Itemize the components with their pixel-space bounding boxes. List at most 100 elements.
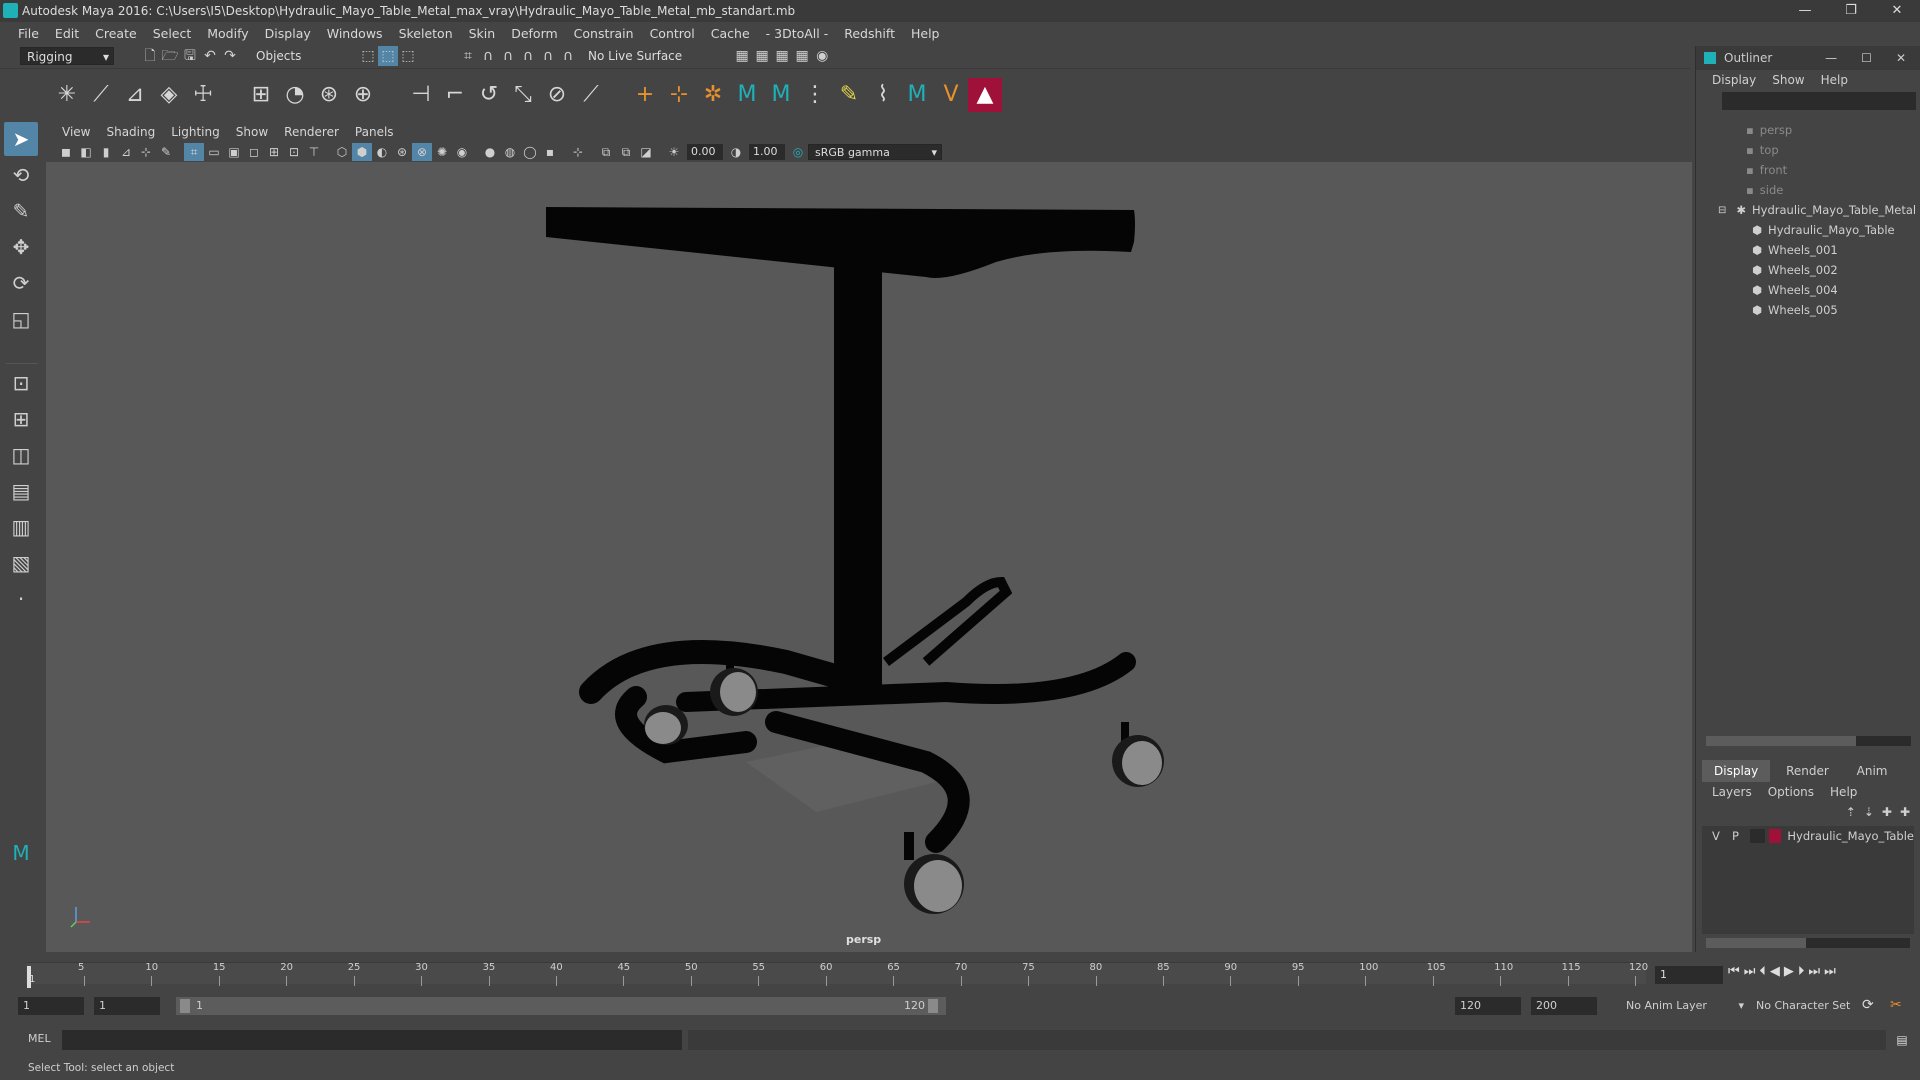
select-hierarchy-icon[interactable]: ⬚ — [358, 46, 378, 66]
menu-skeleton[interactable]: Skeleton — [391, 26, 461, 41]
end-time-field[interactable]: 200 — [1531, 997, 1597, 1015]
open-scene-icon[interactable]: 🗁 — [160, 46, 180, 66]
joint-orient-icon[interactable]: ⊹ — [662, 78, 696, 112]
playback-end-field[interactable]: 120 — [1455, 997, 1521, 1015]
image-plane-icon[interactable]: ⊿ — [116, 143, 136, 161]
layout-outliner-icon[interactable]: ▤ — [4, 474, 38, 508]
snap-surface-icon[interactable]: ∩ — [538, 46, 558, 66]
backface-icon[interactable]: ◪ — [636, 143, 656, 161]
viewport-persp[interactable]: persp — [46, 162, 1692, 952]
parent-constraint-icon[interactable]: ⊣ — [404, 78, 438, 112]
new-scene-icon[interactable]: 🗋 — [140, 46, 160, 66]
layer-menu-options[interactable]: Options — [1760, 785, 1822, 799]
menu-windows[interactable]: Windows — [319, 26, 391, 41]
field-chart-icon[interactable]: ⊞ — [264, 143, 284, 161]
camera-select-icon[interactable]: ◼ — [56, 143, 76, 161]
layout-graph-icon[interactable]: ▥ — [4, 510, 38, 544]
panel-menu-panels[interactable]: Panels — [347, 125, 402, 139]
outliner-maximize-icon[interactable]: ☐ — [1861, 51, 1872, 65]
motion-blur-icon[interactable]: ● — [480, 143, 500, 161]
layer-playback[interactable]: P — [1732, 829, 1750, 843]
scale-constraint-icon[interactable]: ⤡ — [506, 78, 540, 112]
layer-tab-render[interactable]: Render — [1774, 760, 1841, 782]
mirror-joint-icon[interactable]: ◈ — [152, 78, 186, 112]
character-set-dropdown[interactable]: No Character Set — [1752, 997, 1870, 1015]
smooth-shade-icon[interactable]: ⬢ — [352, 143, 372, 161]
xray-icon[interactable]: ⊹ — [568, 143, 588, 161]
textured-icon[interactable]: ⊛ — [392, 143, 412, 161]
snap-view-icon[interactable]: ∩ — [518, 46, 538, 66]
outliner-minimize-icon[interactable]: — — [1825, 51, 1837, 65]
outliner-item-persp[interactable]: ▪ persp — [1696, 120, 1920, 140]
orient-constraint-icon[interactable]: ↺ — [472, 78, 506, 112]
select-object-icon[interactable]: ⬚ — [378, 46, 398, 66]
gamma-icon[interactable]: ◑ — [726, 143, 746, 161]
live-surface-label[interactable]: No Live Surface — [578, 49, 692, 63]
render-frame-icon[interactable]: ▦ — [732, 46, 752, 66]
maya-tool-2-icon[interactable]: M — [764, 78, 798, 112]
menu-modify[interactable]: Modify — [199, 26, 256, 41]
scale-tool-icon[interactable]: ◱ — [4, 302, 38, 336]
safe-title-icon[interactable]: ⊤ — [304, 143, 324, 161]
menu-file[interactable]: File — [10, 26, 47, 41]
cmd-language-label[interactable]: MEL — [28, 1032, 51, 1045]
playback-start-field[interactable]: 1 — [94, 997, 160, 1015]
step-forward-key-icon[interactable]: ⏭ — [1808, 964, 1820, 979]
color-space-dropdown[interactable]: sRGB gamma ▾ — [808, 144, 942, 160]
layer-type[interactable] — [1750, 829, 1765, 843]
move-tool-icon[interactable]: ✥ — [4, 230, 38, 264]
outliner-menu-help[interactable]: Help — [1813, 73, 1856, 87]
script-editor-icon[interactable]: ▤ — [1892, 1030, 1912, 1050]
outliner-item-front[interactable]: ▪ front — [1696, 160, 1920, 180]
ik-spline-icon[interactable]: ⊿ — [118, 78, 152, 112]
snap-point-icon[interactable]: ∩ — [498, 46, 518, 66]
selection-mode-dropdown[interactable]: Objects — [250, 47, 344, 65]
joint-tool-icon[interactable]: ✳ — [50, 78, 84, 112]
auto-key-icon[interactable]: ⟳ — [1862, 997, 1874, 1013]
panel-menu-lighting[interactable]: Lighting — [163, 125, 228, 139]
menu-skin[interactable]: Skin — [461, 26, 504, 41]
camera-attr-icon[interactable]: ◧ — [76, 143, 96, 161]
go-to-end-icon[interactable]: ⏭ — [1824, 964, 1836, 979]
menu-constrain[interactable]: Constrain — [566, 26, 642, 41]
menu-3dtoall[interactable]: - 3DtoAll - — [758, 26, 837, 41]
move-layer-up-icon[interactable]: ⇡ — [1846, 805, 1856, 819]
set-driven-key-icon[interactable]: ✲ — [696, 78, 730, 112]
time-slider[interactable]: 1 5 10 15 20 25 30 35 40 45 50 55 60 65 70 75 80 85 90 95 10… — [0, 952, 1920, 994]
menu-select[interactable]: Select — [145, 26, 200, 41]
outliner-item-side[interactable]: ▪ side — [1696, 180, 1920, 200]
grease-pencil-icon[interactable]: ✎ — [156, 143, 176, 161]
panel-menu-view[interactable]: View — [54, 125, 98, 139]
range-start-handle[interactable] — [180, 999, 190, 1013]
outliner-item-group[interactable]: ⊟ ✱ Hydraulic_Mayo_Table_Metal — [1696, 200, 1920, 220]
paint-select-icon[interactable]: ✎ — [4, 194, 38, 228]
new-layer-selected-icon[interactable]: ✚ — [1900, 805, 1910, 819]
snap-live-icon[interactable]: ∩ — [558, 46, 578, 66]
minimize-button[interactable]: — — [1782, 0, 1828, 22]
render-globe-icon[interactable]: ◉ — [812, 46, 832, 66]
go-to-start-icon[interactable]: ⏮ — [1728, 964, 1740, 979]
collapse-icon[interactable]: ⊟ — [1718, 205, 1726, 216]
shadows-icon[interactable]: ✺ — [432, 143, 452, 161]
grid-icon[interactable]: ⌗ — [184, 143, 204, 161]
panel-menu-shading[interactable]: Shading — [98, 125, 163, 139]
layer-menu-layers[interactable]: Layers — [1704, 785, 1760, 799]
outliner-menu-show[interactable]: Show — [1764, 73, 1812, 87]
layer-visibility[interactable]: V — [1712, 829, 1732, 843]
bookmark-icon[interactable]: ▮ — [96, 143, 116, 161]
ik-handle-icon[interactable]: ⟋ — [84, 78, 118, 112]
step-back-key-icon[interactable]: ⏭ — [1744, 964, 1756, 979]
outliner-item-top[interactable]: ▪ top — [1696, 140, 1920, 160]
snap-curve-icon[interactable]: ∩ — [478, 46, 498, 66]
move-layer-down-icon[interactable]: ⇣ — [1864, 805, 1874, 819]
exposure-field[interactable]: 0.00 — [687, 144, 723, 160]
close-button[interactable]: ✕ — [1874, 0, 1920, 22]
more-layouts-icon[interactable]: · — [4, 582, 38, 616]
aim-constraint-icon[interactable]: ⊘ — [540, 78, 574, 112]
2d-pan-icon[interactable]: ⊹ — [136, 143, 156, 161]
anti-alias-icon[interactable]: ◍ — [500, 143, 520, 161]
outliner-menu-display[interactable]: Display — [1704, 73, 1764, 87]
play-backward-icon[interactable]: ◀ — [1770, 964, 1780, 979]
resolution-gate-icon[interactable]: ▣ — [224, 143, 244, 161]
cmd-input[interactable] — [62, 1030, 682, 1050]
